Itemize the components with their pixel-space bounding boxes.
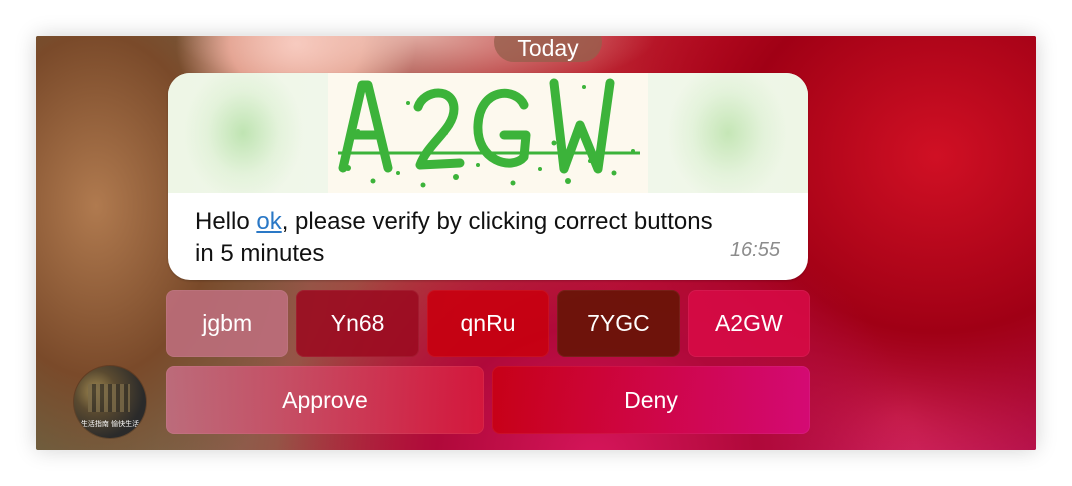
avatar-caption: 生活指南 愉快生活 [80, 420, 140, 428]
message-bubble: Hello ok, please verify by clicking corr… [168, 73, 808, 280]
option-button-jgbm[interactable]: jgbm [166, 290, 289, 357]
message-timestamp: 16:55 [729, 239, 780, 261]
approve-button[interactable]: Approve [166, 366, 484, 434]
option-button-a2gw[interactable]: A2GW [687, 290, 811, 357]
captcha-glyphs [338, 78, 640, 188]
chat-screenshot: Today Hello ok, please verify by clickin… [36, 36, 1036, 450]
message-greeting: Hello [195, 208, 257, 235]
sender-avatar[interactable]: 生活指南 愉快生活 [74, 366, 146, 438]
message-text: Hello ok, please verify by clicking corr… [195, 206, 725, 270]
deny-button[interactable]: Deny [492, 366, 810, 434]
date-separator: Today [494, 36, 602, 62]
option-button-qnru[interactable]: qnRu [426, 290, 550, 357]
captcha-options-row: jgbm Yn68 qnRu 7YGC A2GW [166, 290, 811, 357]
option-button-yn68[interactable]: Yn68 [296, 290, 419, 357]
user-mention-link[interactable]: ok [256, 208, 281, 235]
moderation-row: Approve Deny [166, 366, 810, 434]
captcha-banner [168, 73, 808, 193]
option-button-7ygc[interactable]: 7YGC [557, 290, 680, 357]
captcha-image [328, 73, 648, 193]
